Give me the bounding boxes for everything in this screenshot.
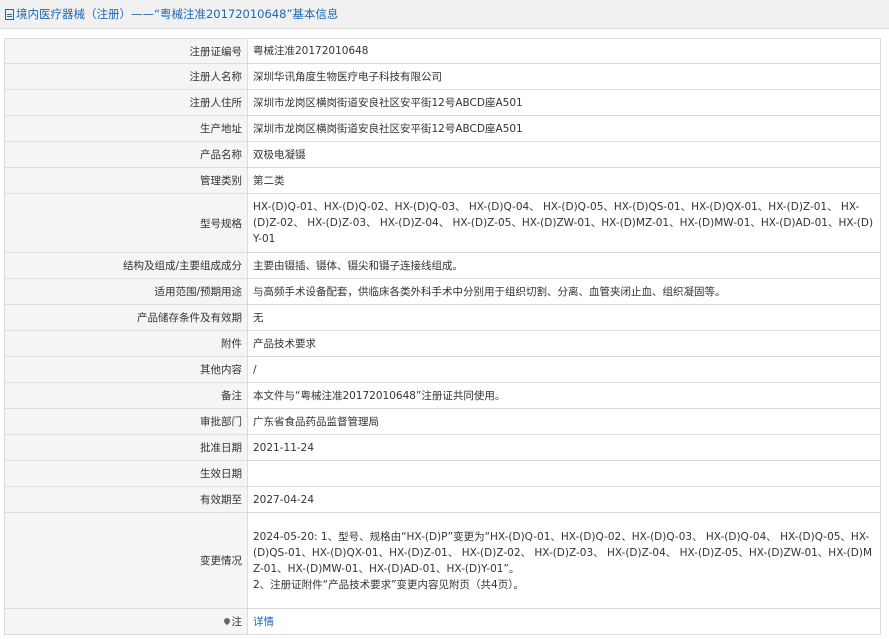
row-label: 产品名称: [4, 141, 248, 168]
row-label: 生效日期: [4, 460, 248, 487]
row-value: 无: [247, 304, 881, 331]
row-value: 广东省食品药品监督管理局: [247, 408, 881, 435]
row-value: 与高频手术设备配套，供临床各类外科手术中分别用于组织切割、分离、血管夹闭止血、组…: [247, 278, 881, 305]
table-row: 适用范围/预期用途 与高频手术设备配套，供临床各类外科手术中分别用于组织切割、分…: [4, 278, 881, 305]
table-row: 其他内容 /: [4, 356, 881, 383]
row-label: 备注: [4, 382, 248, 409]
table-row: 注册人名称 深圳华讯角度生物医疗电子科技有限公司: [4, 63, 881, 90]
row-value: 2021-11-24: [247, 434, 881, 461]
row-label: 变更情况: [4, 512, 248, 609]
row-value: 详情: [247, 608, 881, 635]
row-value: 第二类: [247, 167, 881, 194]
table-row: 批准日期 2021-11-24: [4, 434, 881, 461]
row-label: 管理类别: [4, 167, 248, 194]
row-label: 产品储存条件及有效期: [4, 304, 248, 331]
row-label: 审批部门: [4, 408, 248, 435]
row-label: 型号规格: [4, 193, 248, 253]
table-row: 型号规格 HX-(D)Q-01、HX-(D)Q-02、HX-(D)Q-03、 H…: [4, 193, 881, 253]
table-row: 附件 产品技术要求: [4, 330, 881, 357]
row-value: HX-(D)Q-01、HX-(D)Q-02、HX-(D)Q-03、 HX-(D)…: [247, 193, 881, 253]
row-value: 深圳市龙岗区横岗街道安良社区安平街12号ABCD座A501: [247, 115, 881, 142]
row-label: 结构及组成/主要组成成分: [4, 252, 248, 279]
table-row: 结构及组成/主要组成成分 主要由镊插、镊体、镊尖和镊子连接线组成。: [4, 252, 881, 279]
row-value: 主要由镊插、镊体、镊尖和镊子连接线组成。: [247, 252, 881, 279]
table-row: 审批部门 广东省食品药品监督管理局: [4, 408, 881, 435]
page-title: 境内医疗器械（注册）——“粤械注准20172010648”基本信息: [16, 7, 339, 21]
row-value: [247, 460, 881, 487]
change-entry: 2024-05-20: 1、型号、规格由“HX-(D)P”变更为“HX-(D)Q…: [253, 530, 873, 575]
table-row: 产品名称 双极电凝镊: [4, 141, 881, 168]
table-row: 产品储存条件及有效期 无: [4, 304, 881, 331]
table-row: 有效期至 2027-04-24: [4, 486, 881, 513]
table-row: 生产地址 深圳市龙岗区横岗街道安良社区安平街12号ABCD座A501: [4, 115, 881, 142]
change-entry: 2、注册证附件“产品技术要求”变更内容见附页（共4页）。: [253, 578, 524, 591]
details-link[interactable]: 详情: [253, 616, 274, 628]
table-row: 生效日期: [4, 460, 881, 487]
row-label: 适用范围/预期用途: [4, 278, 248, 305]
row-label: 注册证编号: [4, 38, 248, 64]
table-row: 备注 本文件与“粤械注准20172010648”注册证共同使用。: [4, 382, 881, 409]
row-label: 附件: [4, 330, 248, 357]
note-label: 注: [231, 616, 243, 628]
info-table: 注册证编号 粤械注准20172010648 注册人名称 深圳华讯角度生物医疗电子…: [4, 38, 881, 635]
page-header: 境内医疗器械（注册）——“粤械注准20172010648”基本信息: [0, 0, 889, 29]
row-value: 深圳华讯角度生物医疗电子科技有限公司: [247, 63, 881, 90]
row-label: 生产地址: [4, 115, 248, 142]
row-label: 注册人住所: [4, 89, 248, 116]
table-row: 注册证编号 粤械注准20172010648: [4, 38, 881, 64]
document-icon: [5, 8, 14, 20]
row-value: 产品技术要求: [247, 330, 881, 357]
row-label: 其他内容: [4, 356, 248, 383]
row-value: 2027-04-24: [247, 486, 881, 513]
row-value: 本文件与“粤械注准20172010648”注册证共同使用。: [247, 382, 881, 409]
table-row: 注 详情: [4, 608, 881, 635]
row-value: 双极电凝镊: [247, 141, 881, 168]
table-row: 变更情况 2024-05-20: 1、型号、规格由“HX-(D)P”变更为“HX…: [4, 512, 881, 609]
row-label: 批准日期: [4, 434, 248, 461]
row-value: /: [247, 356, 881, 383]
row-label: 注: [4, 608, 248, 635]
row-value: 深圳市龙岗区横岗街道安良社区安平街12号ABCD座A501: [247, 89, 881, 116]
pin-icon: [222, 616, 231, 626]
table-row: 管理类别 第二类: [4, 167, 881, 194]
change-history: 2024-05-20: 1、型号、规格由“HX-(D)P”变更为“HX-(D)Q…: [247, 512, 881, 609]
table-row: 注册人住所 深圳市龙岗区横岗街道安良社区安平街12号ABCD座A501: [4, 89, 881, 116]
row-label: 有效期至: [4, 486, 248, 513]
row-label: 注册人名称: [4, 63, 248, 90]
row-value: 粤械注准20172010648: [247, 38, 881, 64]
